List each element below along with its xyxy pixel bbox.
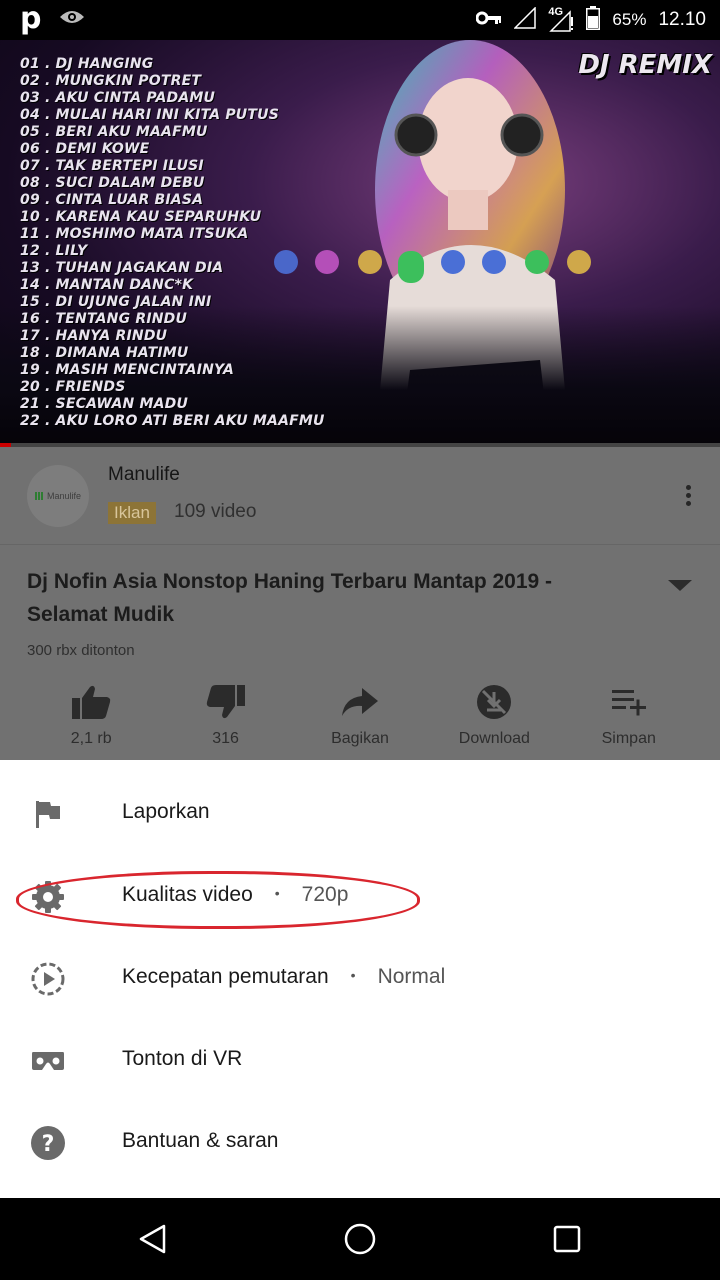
video-title: Dj Nofin Asia Nonstop Haning Terbaru Man… (27, 570, 553, 626)
thumb-down-icon (206, 682, 246, 722)
menu-label: Kecepatan pemutaran (122, 965, 329, 988)
track-item: 12 . LILY (20, 243, 88, 259)
track-item: 15 . DI UJUNG JALAN INI (20, 294, 212, 310)
dislike-button[interactable]: 316 (158, 682, 292, 752)
help-icon: ? (28, 1123, 68, 1163)
share-button[interactable]: Bagikan (293, 682, 427, 752)
track-item: 17 . HANYA RINDU (20, 328, 168, 344)
like-button[interactable]: 2,1 rb (24, 682, 158, 752)
menu-label: Tonton di VR (122, 1047, 243, 1070)
vr-headset-icon (28, 1041, 68, 1081)
track-item: 08 . SUCI DALAM DEBU (20, 175, 205, 191)
track-item: 05 . BERI AKU MAAFMU (20, 124, 208, 140)
like-count: 2,1 rb (70, 730, 112, 747)
share-label: Bagikan (331, 730, 389, 747)
tracklist: 01 . DJ HANGING 02 . MUNGKIN POTRET 03 .… (20, 56, 325, 430)
track-item: 03 . AKU CINTA PADAMU (20, 90, 216, 106)
ad-channel-row[interactable]: Manulife Manulife Iklan 109 video (0, 447, 720, 545)
track-item: 11 . MOSHIMO MATA ITSUKA (20, 226, 249, 242)
navigation-bar (0, 1198, 720, 1280)
download-off-icon (474, 682, 514, 722)
save-button[interactable]: Simpan (562, 682, 696, 752)
battery-icon (586, 5, 601, 35)
playlist-add-icon (609, 682, 649, 722)
track-item: 06 . DEMI KOWE (20, 141, 150, 157)
action-bar: 2,1 rb 316 Bagikan Download Simpan (24, 682, 696, 752)
track-item: 10 . KARENA KAU SEPARUHKU (20, 209, 262, 225)
overflow-menu-sheet: Laporkan Kualitas video • 720p Kecepatan p… (0, 760, 720, 1198)
track-item: 01 . DJ HANGING (20, 56, 154, 72)
status-bar: p 4G 65% 12.10 (0, 0, 720, 40)
highlight-annotation (16, 871, 420, 929)
expand-description-icon[interactable] (668, 580, 692, 591)
track-item: 09 . CINTA LUAR BIASA (20, 192, 204, 208)
signal-icon (513, 5, 537, 34)
track-item: 20 . FRIENDS (20, 379, 126, 395)
more-options-icon[interactable] (686, 485, 692, 509)
menu-value: Normal (377, 965, 446, 988)
ad-badge: Iklan (108, 502, 156, 524)
track-item: 21 . SECAWAN MADU (20, 396, 189, 412)
menu-item-help-feedback[interactable]: ? Bantuan & saran (0, 1101, 720, 1183)
save-label: Simpan (601, 730, 656, 747)
manulife-logo-icon (34, 492, 43, 500)
playback-speed-icon (28, 959, 68, 999)
track-item: 22 . AKU LORO ATI BERI AKU MAAFMU (20, 413, 325, 429)
track-item: 19 . MASIH MENCINTAINYA (20, 362, 235, 378)
channel-name[interactable]: Manulife (108, 464, 180, 486)
menu-item-playback-speed[interactable]: Kecepatan pemutaran • Normal (0, 937, 720, 1019)
thumb-up-icon (71, 682, 111, 722)
app-notification-icon: p (20, 1, 42, 36)
track-item: 18 . DIMANA HATIMU (20, 345, 189, 361)
track-item: 16 . TENTANG RINDU (20, 311, 188, 327)
ad-video-count: 109 video (174, 501, 257, 522)
view-count: 300 rbx ditonton (27, 642, 135, 659)
menu-separator: • (350, 967, 356, 983)
track-item: 04 . MULAI HARI INI KITA PUTUS (20, 107, 279, 123)
watch-page-content: Manulife Manulife Iklan 109 video Dj Nof… (0, 447, 720, 760)
vpn-key-icon (475, 10, 502, 30)
video-overlay-title: DJ REMIX (578, 50, 712, 80)
battery-percent: 65% (612, 10, 647, 29)
track-item: 02 . MUNGKIN POTRET (20, 73, 202, 89)
video-player[interactable]: 01 . DJ HANGING 02 . MUNGKIN POTRET 03 .… (0, 40, 720, 446)
svg-text:?: ? (42, 1132, 55, 1157)
track-item: 13 . TUHAN JAGAKAN DIA (20, 260, 224, 276)
avatar[interactable]: Manulife (27, 465, 89, 527)
download-label: Download (458, 730, 530, 747)
network-type-icon: 4G (548, 6, 574, 32)
track-item: 14 . MANTAN DANC*K (20, 277, 194, 293)
dislike-count: 316 (212, 730, 239, 747)
download-button[interactable]: Download (427, 682, 561, 752)
menu-item-report[interactable]: Laporkan (0, 772, 720, 854)
home-icon[interactable] (340, 1219, 380, 1259)
clock: 12.10 (658, 9, 706, 30)
recents-icon[interactable] (547, 1219, 587, 1259)
track-item: 07 . TAK BERTEPI ILUSI (20, 158, 204, 174)
menu-item-watch-vr[interactable]: Tonton di VR (0, 1019, 720, 1101)
menu-label: Bantuan & saran (122, 1129, 279, 1152)
menu-label: Laporkan (122, 800, 210, 823)
back-icon[interactable] (133, 1219, 173, 1259)
share-icon (340, 682, 380, 722)
eye-icon (59, 9, 85, 30)
avatar-text: Manulife (46, 491, 82, 501)
flag-icon (28, 794, 68, 834)
